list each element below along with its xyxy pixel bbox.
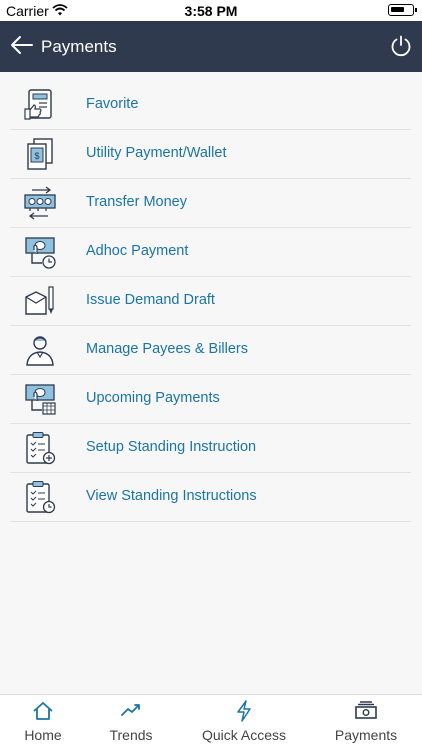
tab-home[interactable]: Home [0,695,93,750]
payee-person-icon [26,336,54,366]
payments-icon [355,701,377,719]
tab-label: Payments [334,727,398,743]
menu-item-issue-demand-draft[interactable]: Issue Demand Draft [0,277,422,326]
menu-item-adhoc-payment[interactable]: Adhoc Payment [0,228,422,277]
menu-item-setup-standing-instruction[interactable]: Setup Standing Instruction [0,424,422,473]
menu-item-upcoming-payments[interactable]: Upcoming Payments [0,375,422,424]
status-bar: Carrier 3:58 PM [0,0,422,21]
setup-instruction-icon [26,432,56,465]
svg-text:$: $ [34,151,39,161]
home-icon [33,702,53,720]
menu-item-view-standing-instructions[interactable]: View Standing Instructions [0,473,422,522]
adhoc-payment-icon [25,237,56,269]
favorite-bill-icon [24,89,52,120]
menu-item-label: Manage Payees & Billers [86,341,248,357]
view-instructions-icon [26,481,56,514]
header-bar: Payments [0,21,422,72]
utility-bill-icon: $ [27,138,53,170]
menu-item-label: Utility Payment/Wallet [86,145,227,161]
page-title: Payments [41,37,117,56]
transfer-money-icon [24,186,56,220]
divider [10,521,411,522]
trends-icon [121,704,140,716]
tab-label: Quick Access [201,727,287,743]
power-icon[interactable] [389,34,413,58]
lightning-icon [237,700,251,722]
tab-quick-access[interactable]: Quick Access [194,695,294,750]
tab-label: Home [24,727,62,743]
menu-item-label: Setup Standing Instruction [86,439,257,455]
menu-item-label: View Standing Instructions [86,488,257,504]
tab-payments[interactable]: Payments [316,695,416,750]
menu-item-label: Transfer Money [86,194,187,210]
tab-label: Trends [109,727,153,743]
menu-item-label: Adhoc Payment [86,243,189,259]
demand-draft-icon [25,286,54,315]
tab-trends[interactable]: Trends [81,695,181,750]
menu-item-manage-payees[interactable]: Manage Payees & Billers [0,326,422,375]
battery-icon [388,4,417,16]
menu-item-transfer-money[interactable]: Transfer Money [0,179,422,228]
back-arrow-icon[interactable] [10,34,34,56]
menu-item-label: Issue Demand Draft [86,292,215,308]
menu-item-label: Favorite [86,96,139,112]
menu-item-favorite[interactable]: Favorite [0,81,422,130]
upcoming-payments-icon [25,384,56,415]
status-time: 3:58 PM [184,3,238,19]
bottom-tab-bar: Home Trends Quick Access Payments [0,694,422,750]
menu-item-label: Upcoming Payments [86,390,220,406]
menu-item-utility-payment[interactable]: $ Utility Payment/Wallet [0,130,422,179]
